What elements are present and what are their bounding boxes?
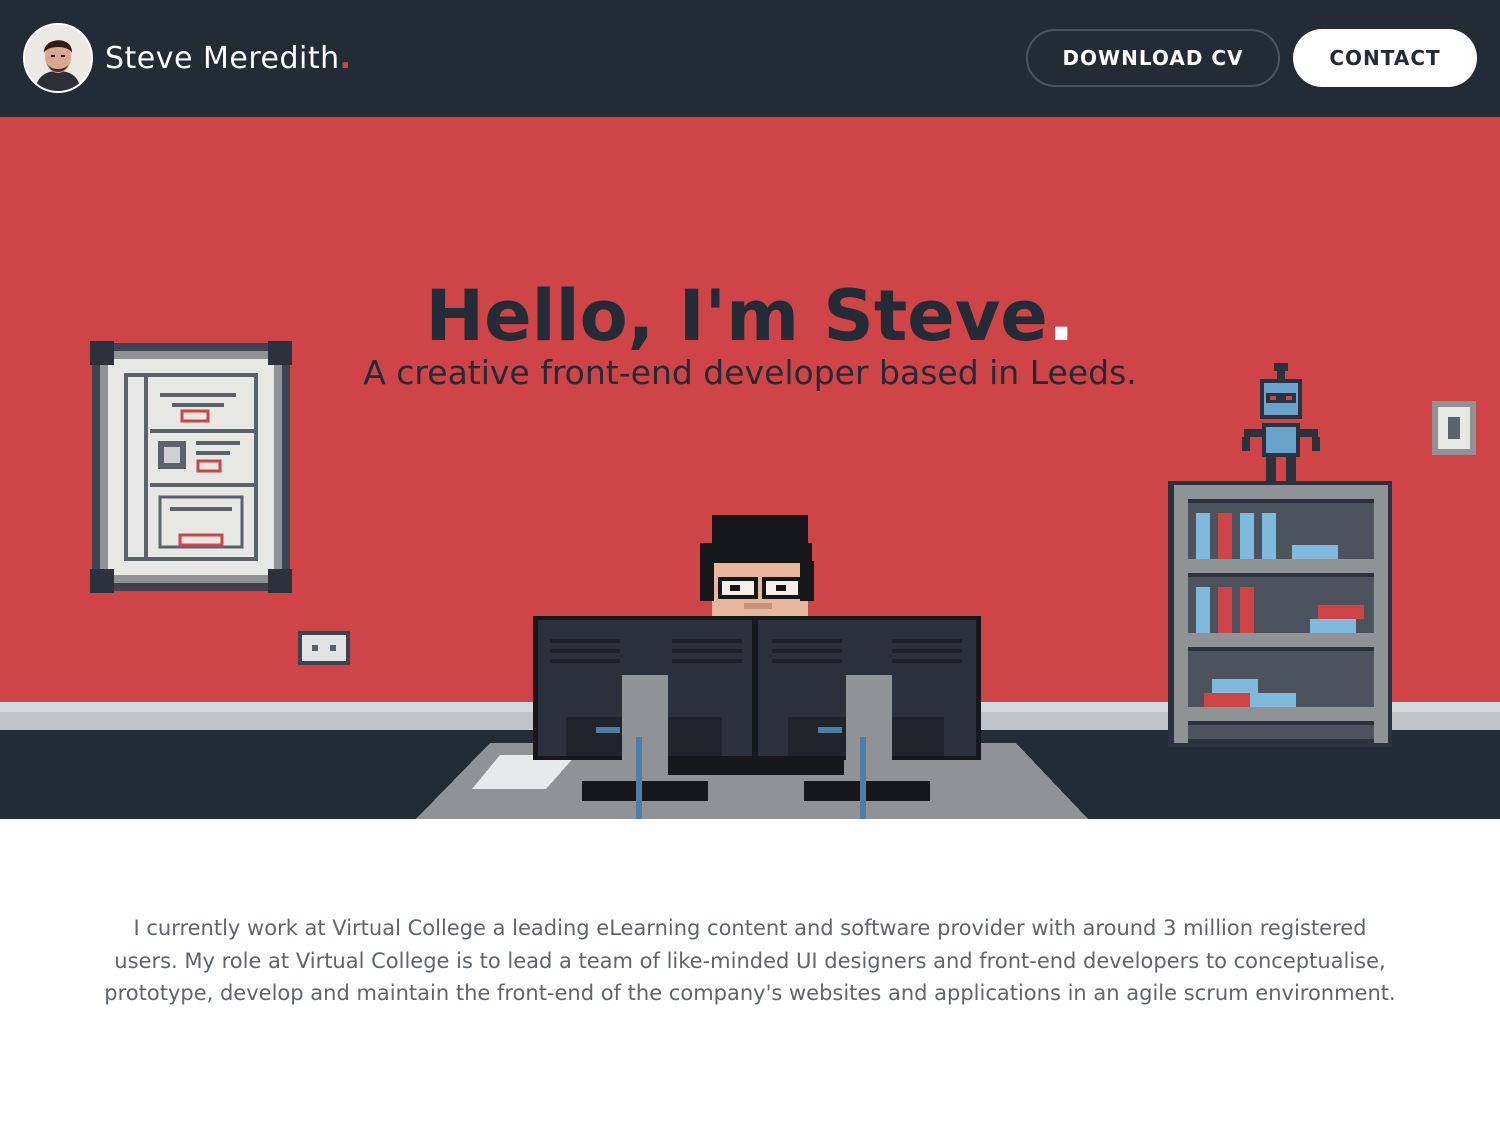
site-header: Steve Meredith. DOWNLOAD CV CONTACT: [0, 0, 1500, 117]
intro-paragraph: I currently work at Virtual College a le…: [104, 916, 1396, 1005]
hero-subtitle: A creative front-end developer based in …: [363, 353, 1137, 392]
site-name-dot: .: [339, 40, 352, 76]
developer-character: [700, 515, 814, 617]
wall-socket: [298, 631, 350, 665]
hero-title-dot: .: [1047, 275, 1075, 357]
light-switch: [1432, 401, 1476, 455]
contact-button[interactable]: CONTACT: [1293, 29, 1477, 87]
brand[interactable]: Steve Meredith.: [23, 23, 352, 93]
site-name: Steve Meredith.: [105, 41, 352, 76]
download-cv-button[interactable]: DOWNLOAD CV: [1026, 29, 1280, 87]
pixel-office-illustration: [0, 341, 1500, 819]
hero-title-text: Hello, I'm Steve: [425, 275, 1048, 357]
avatar: [23, 23, 93, 93]
hero-section: Hello, I'm Steve. A creative front-end d…: [0, 117, 1500, 819]
bookshelf: [1168, 481, 1392, 747]
site-name-text: Steve Meredith: [105, 40, 340, 76]
hero-title: Hello, I'm Steve.: [0, 275, 1500, 357]
